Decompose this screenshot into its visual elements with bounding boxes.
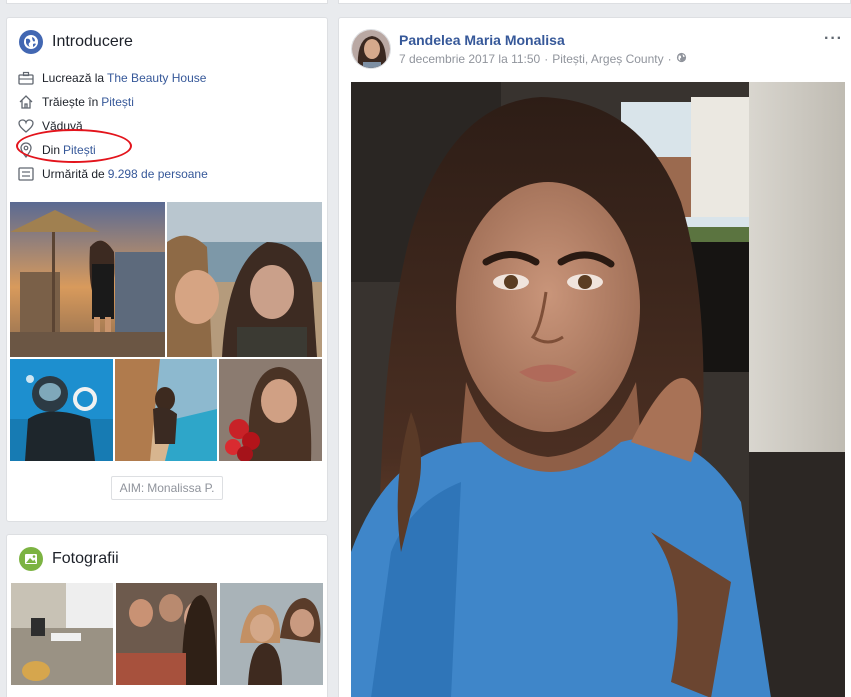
briefcase-icon <box>18 70 34 86</box>
avatar[interactable] <box>351 29 391 69</box>
work-link[interactable]: The Beauty House <box>107 71 206 85</box>
featured-photo-2[interactable] <box>167 202 322 357</box>
photos-title[interactable]: Fotografii <box>52 550 119 568</box>
intro-title: Introducere <box>52 33 133 50</box>
photo-thumb-2[interactable] <box>116 583 217 685</box>
photos-card: Fotografii <box>6 534 328 697</box>
post-location[interactable]: Pitești, Argeș County <box>552 50 663 68</box>
globe-icon[interactable] <box>676 50 687 68</box>
intro-item-followers: Urmărită de 9.298 de persoane <box>18 162 327 186</box>
featured-photo-3[interactable] <box>10 359 113 461</box>
lives-link[interactable]: Pitești <box>101 95 134 109</box>
more-options-icon[interactable]: ··· <box>824 30 843 48</box>
meta-separator-2: · <box>667 52 672 66</box>
meta-separator: · <box>544 52 549 66</box>
photos-icon <box>19 547 43 571</box>
featured-photo-1[interactable] <box>10 202 165 357</box>
photo-thumb-1[interactable] <box>11 583 113 685</box>
post-card: Pandelea Maria Monalisa 7 decembrie 2017… <box>338 17 851 697</box>
previous-card-edge <box>6 0 328 4</box>
post-date[interactable]: 7 decembrie 2017 la 11:50 <box>399 50 540 68</box>
photos-header: Fotografii <box>7 535 327 583</box>
previous-post-edge <box>338 0 851 4</box>
photo-thumb-3[interactable] <box>220 583 323 685</box>
aim-label: AIM: <box>119 481 145 495</box>
lives-label: Trăiește în <box>42 95 99 109</box>
intro-header: Introducere <box>7 18 327 66</box>
featured-photo-4[interactable] <box>115 359 217 461</box>
featured-photo-5[interactable] <box>219 359 322 461</box>
aim-contact-box[interactable]: AIM: Monalissa P. <box>111 476 223 500</box>
followers-icon <box>18 166 34 182</box>
followers-link[interactable]: 9.298 de persoane <box>108 167 208 181</box>
home-icon <box>18 94 34 110</box>
post-meta: 7 decembrie 2017 la 11:50 · Pitești, Arg… <box>399 50 687 68</box>
aim-value: Monalissa P. <box>147 481 215 495</box>
work-label: Lucrează la <box>42 71 105 85</box>
followers-label: Urmărită de <box>42 167 105 181</box>
intro-card: Introducere Lucrează la The Beauty House… <box>6 17 328 522</box>
post-author-name[interactable]: Pandelea Maria Monalisa <box>399 30 687 50</box>
heart-icon <box>18 118 34 134</box>
intro-info-list: Lucrează la The Beauty House Trăiește în… <box>7 66 327 186</box>
post-header: Pandelea Maria Monalisa 7 decembrie 2017… <box>351 29 687 69</box>
post-photo[interactable] <box>351 82 845 697</box>
top-strip <box>0 0 851 7</box>
intro-item-lives: Trăiește în Pitești <box>18 90 327 114</box>
intro-item-work: Lucrează la The Beauty House <box>18 66 327 90</box>
globe-icon <box>19 30 43 54</box>
red-annotation-circle <box>16 129 132 163</box>
